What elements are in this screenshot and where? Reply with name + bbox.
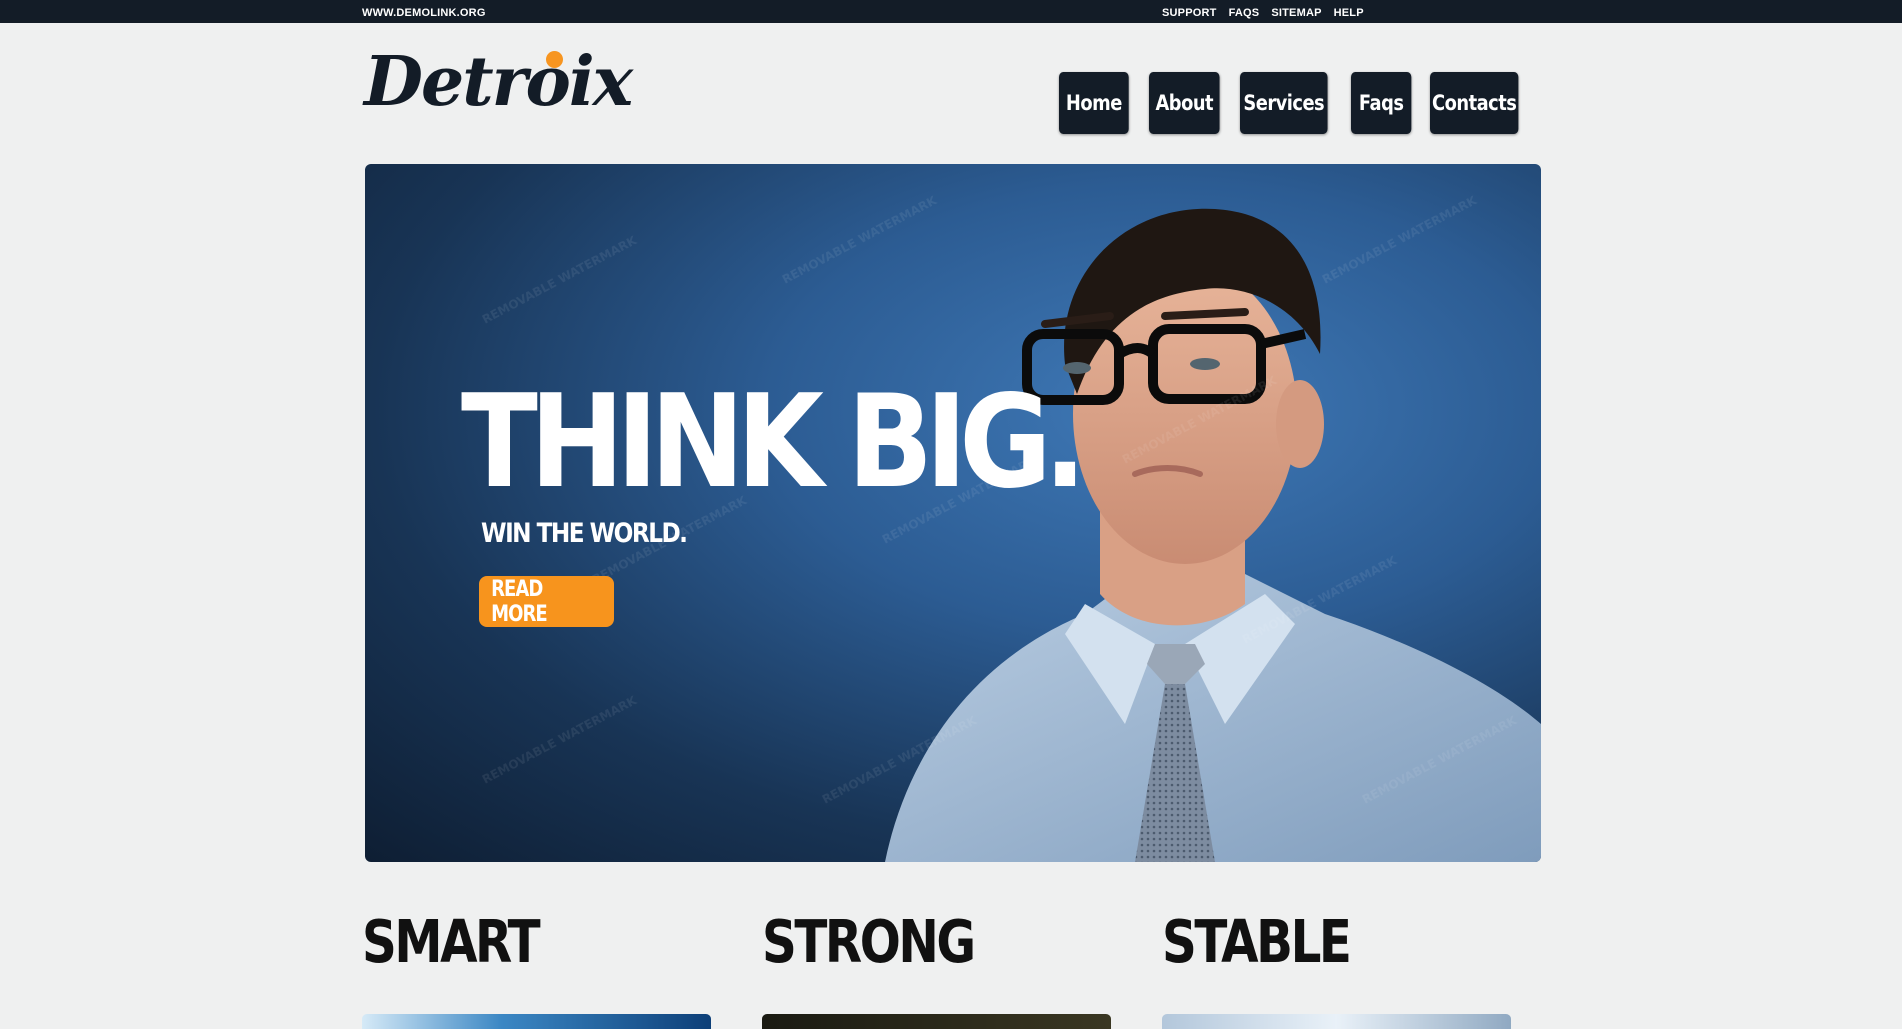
- nav-home[interactable]: Home: [1059, 72, 1129, 134]
- feature-image-strong[interactable]: [762, 1014, 1111, 1029]
- hero-banner: REMOVABLE WATERMARK REMOVABLE WATERMARK …: [365, 164, 1541, 862]
- read-more-button[interactable]: READ MORE: [479, 576, 614, 627]
- logo-dot-icon: [546, 51, 563, 68]
- nav-faqs[interactable]: Faqs: [1351, 72, 1412, 134]
- feature-image-stable[interactable]: [1162, 1014, 1511, 1029]
- svg-text:REMOVABLE WATERMARK: REMOVABLE WATERMARK: [480, 233, 640, 327]
- feature-title-stable: STABLE: [1162, 907, 1352, 976]
- nav-contacts[interactable]: Contacts: [1430, 72, 1519, 134]
- hero-title: THINK BIG.: [461, 368, 1087, 517]
- feature-title-smart: SMART: [362, 907, 541, 976]
- svg-text:REMOVABLE WATERMARK: REMOVABLE WATERMARK: [480, 693, 640, 787]
- top-links: SUPPORT FAQS SITEMAP HELP: [1162, 7, 1364, 19]
- top-link-sitemap[interactable]: SITEMAP: [1271, 7, 1321, 19]
- nav-services[interactable]: Services: [1240, 72, 1328, 134]
- svg-text:REMOVABLE WATERMARK: REMOVABLE WATERMARK: [780, 193, 940, 287]
- site-logo[interactable]: Detroix: [364, 42, 633, 122]
- svg-text:REMOVABLE WATERMARK: REMOVABLE WATERMARK: [1320, 193, 1480, 287]
- site-url[interactable]: WWW.DEMOLINK.ORG: [362, 7, 486, 19]
- nav-about[interactable]: About: [1149, 72, 1220, 134]
- hero-subtitle: WIN THE WORLD.: [481, 518, 688, 549]
- logo-text: Detroix: [364, 42, 633, 122]
- read-more-label: READ MORE: [491, 576, 548, 627]
- top-link-help[interactable]: HELP: [1334, 7, 1364, 19]
- top-bar: WWW.DEMOLINK.ORG SUPPORT FAQS SITEMAP HE…: [0, 0, 1902, 23]
- main-nav: Home About Services Faqs Contacts: [1059, 72, 1534, 134]
- top-link-faqs[interactable]: FAQS: [1229, 7, 1260, 19]
- feature-image-smart[interactable]: [362, 1014, 711, 1029]
- feature-title-strong: STRONG: [762, 907, 976, 976]
- top-link-support[interactable]: SUPPORT: [1162, 7, 1217, 19]
